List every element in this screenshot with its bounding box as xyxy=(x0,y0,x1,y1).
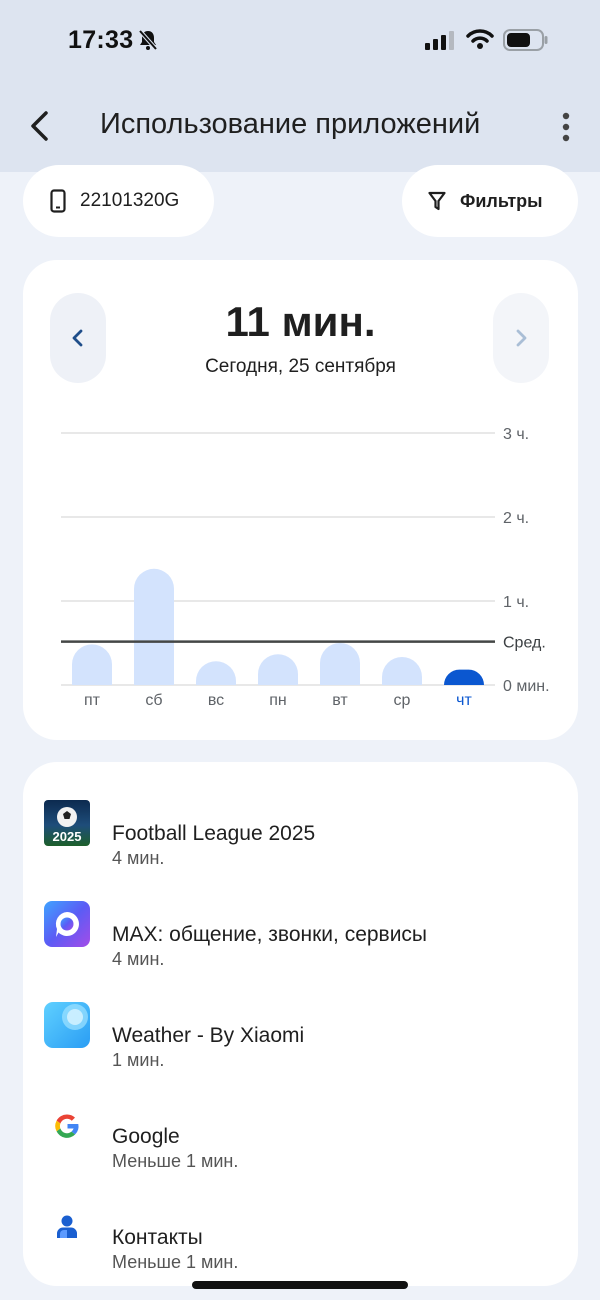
app-name: Контакты xyxy=(112,1226,203,1249)
bar-ср[interactable] xyxy=(382,657,422,685)
bar-чт[interactable] xyxy=(444,669,484,685)
app-usage-time: 4 мин. xyxy=(112,949,165,969)
app-bar: 17:33 Использование приложений xyxy=(0,0,600,172)
filter-icon xyxy=(428,191,446,211)
x-tick-label: чт xyxy=(456,692,472,709)
wifi-icon xyxy=(466,29,494,49)
x-tick-label: вс xyxy=(208,692,224,709)
average-label: Сред. xyxy=(503,635,546,652)
app-name: Google xyxy=(112,1125,180,1148)
bar-вт[interactable] xyxy=(320,643,360,685)
x-tick-label: пн xyxy=(269,692,287,709)
contacts-icon xyxy=(57,1215,77,1238)
bar-пт[interactable] xyxy=(72,644,112,685)
y-tick-label: 2 ч. xyxy=(503,510,529,527)
app-name: Football League 2025 xyxy=(112,822,316,845)
list-item-google[interactable]: Google Меньше 1 мин. xyxy=(23,1087,578,1177)
app-usage-time: 1 мин. xyxy=(112,1050,165,1070)
device-chip[interactable]: 22101320G xyxy=(23,165,214,237)
silent-bell-icon xyxy=(138,29,158,51)
cellular-signal-icon xyxy=(425,31,454,50)
y-tick-label: 3 ч. xyxy=(503,426,529,443)
back-arrow-icon[interactable] xyxy=(22,108,58,144)
app-list-card: 2025 Football League 2025 4 мин. MAX: об… xyxy=(23,762,578,1286)
list-item-max[interactable]: MAX: общение, звонки, сервисы 4 мин. xyxy=(23,885,578,975)
weather-icon xyxy=(44,1002,90,1048)
device-name: 22101320G xyxy=(80,190,180,211)
app-usage-time: 4 мин. xyxy=(112,848,165,868)
y-tick-label: 1 ч. xyxy=(503,594,529,611)
app-usage-time: Меньше 1 мин. xyxy=(112,1252,239,1272)
football-league-icon: 2025 xyxy=(44,800,90,846)
status-time: 17:33 xyxy=(68,26,134,54)
svg-text:2025: 2025 xyxy=(53,829,82,844)
bar-пн[interactable] xyxy=(258,654,298,685)
x-tick-label: пт xyxy=(84,692,101,709)
battery-icon xyxy=(503,29,548,51)
max-messenger-icon xyxy=(44,901,90,947)
x-tick-label: ср xyxy=(394,692,411,709)
list-item-contacts[interactable]: Контакты Меньше 1 мин. xyxy=(23,1188,578,1278)
usage-chart-card: 11 мин. Сегодня, 25 сентября 0 мин. 1 ч. 2… xyxy=(23,260,578,740)
google-icon xyxy=(55,1114,79,1138)
filters-label: Фильтры xyxy=(460,190,543,211)
more-options-icon[interactable] xyxy=(556,110,576,144)
y-tick-label: 0 мин. xyxy=(503,678,550,695)
app-name: Weather - By Xiaomi xyxy=(112,1024,305,1047)
bar-сб[interactable] xyxy=(134,568,174,685)
list-item-weather[interactable]: Weather - By Xiaomi 1 мин. xyxy=(23,986,578,1076)
usage-bar-chart: 0 мин. 1 ч. 2 ч. 3 ч. пт сб вс пн вт ср чт Сред. xyxy=(61,426,550,709)
list-item-football-league[interactable]: 2025 Football League 2025 4 мин. xyxy=(23,784,578,874)
x-tick-label: сб xyxy=(145,692,162,709)
home-indicator[interactable] xyxy=(192,1281,408,1289)
phone-icon xyxy=(50,189,66,213)
x-tick-label: вт xyxy=(332,692,348,709)
page-title: Использование приложений xyxy=(100,108,481,140)
app-name: MAX: общение, звонки, сервисы xyxy=(112,923,428,946)
filters-button[interactable]: Фильтры xyxy=(402,165,578,237)
bar-вс[interactable] xyxy=(196,661,236,685)
app-usage-time: Меньше 1 мин. xyxy=(112,1151,239,1171)
